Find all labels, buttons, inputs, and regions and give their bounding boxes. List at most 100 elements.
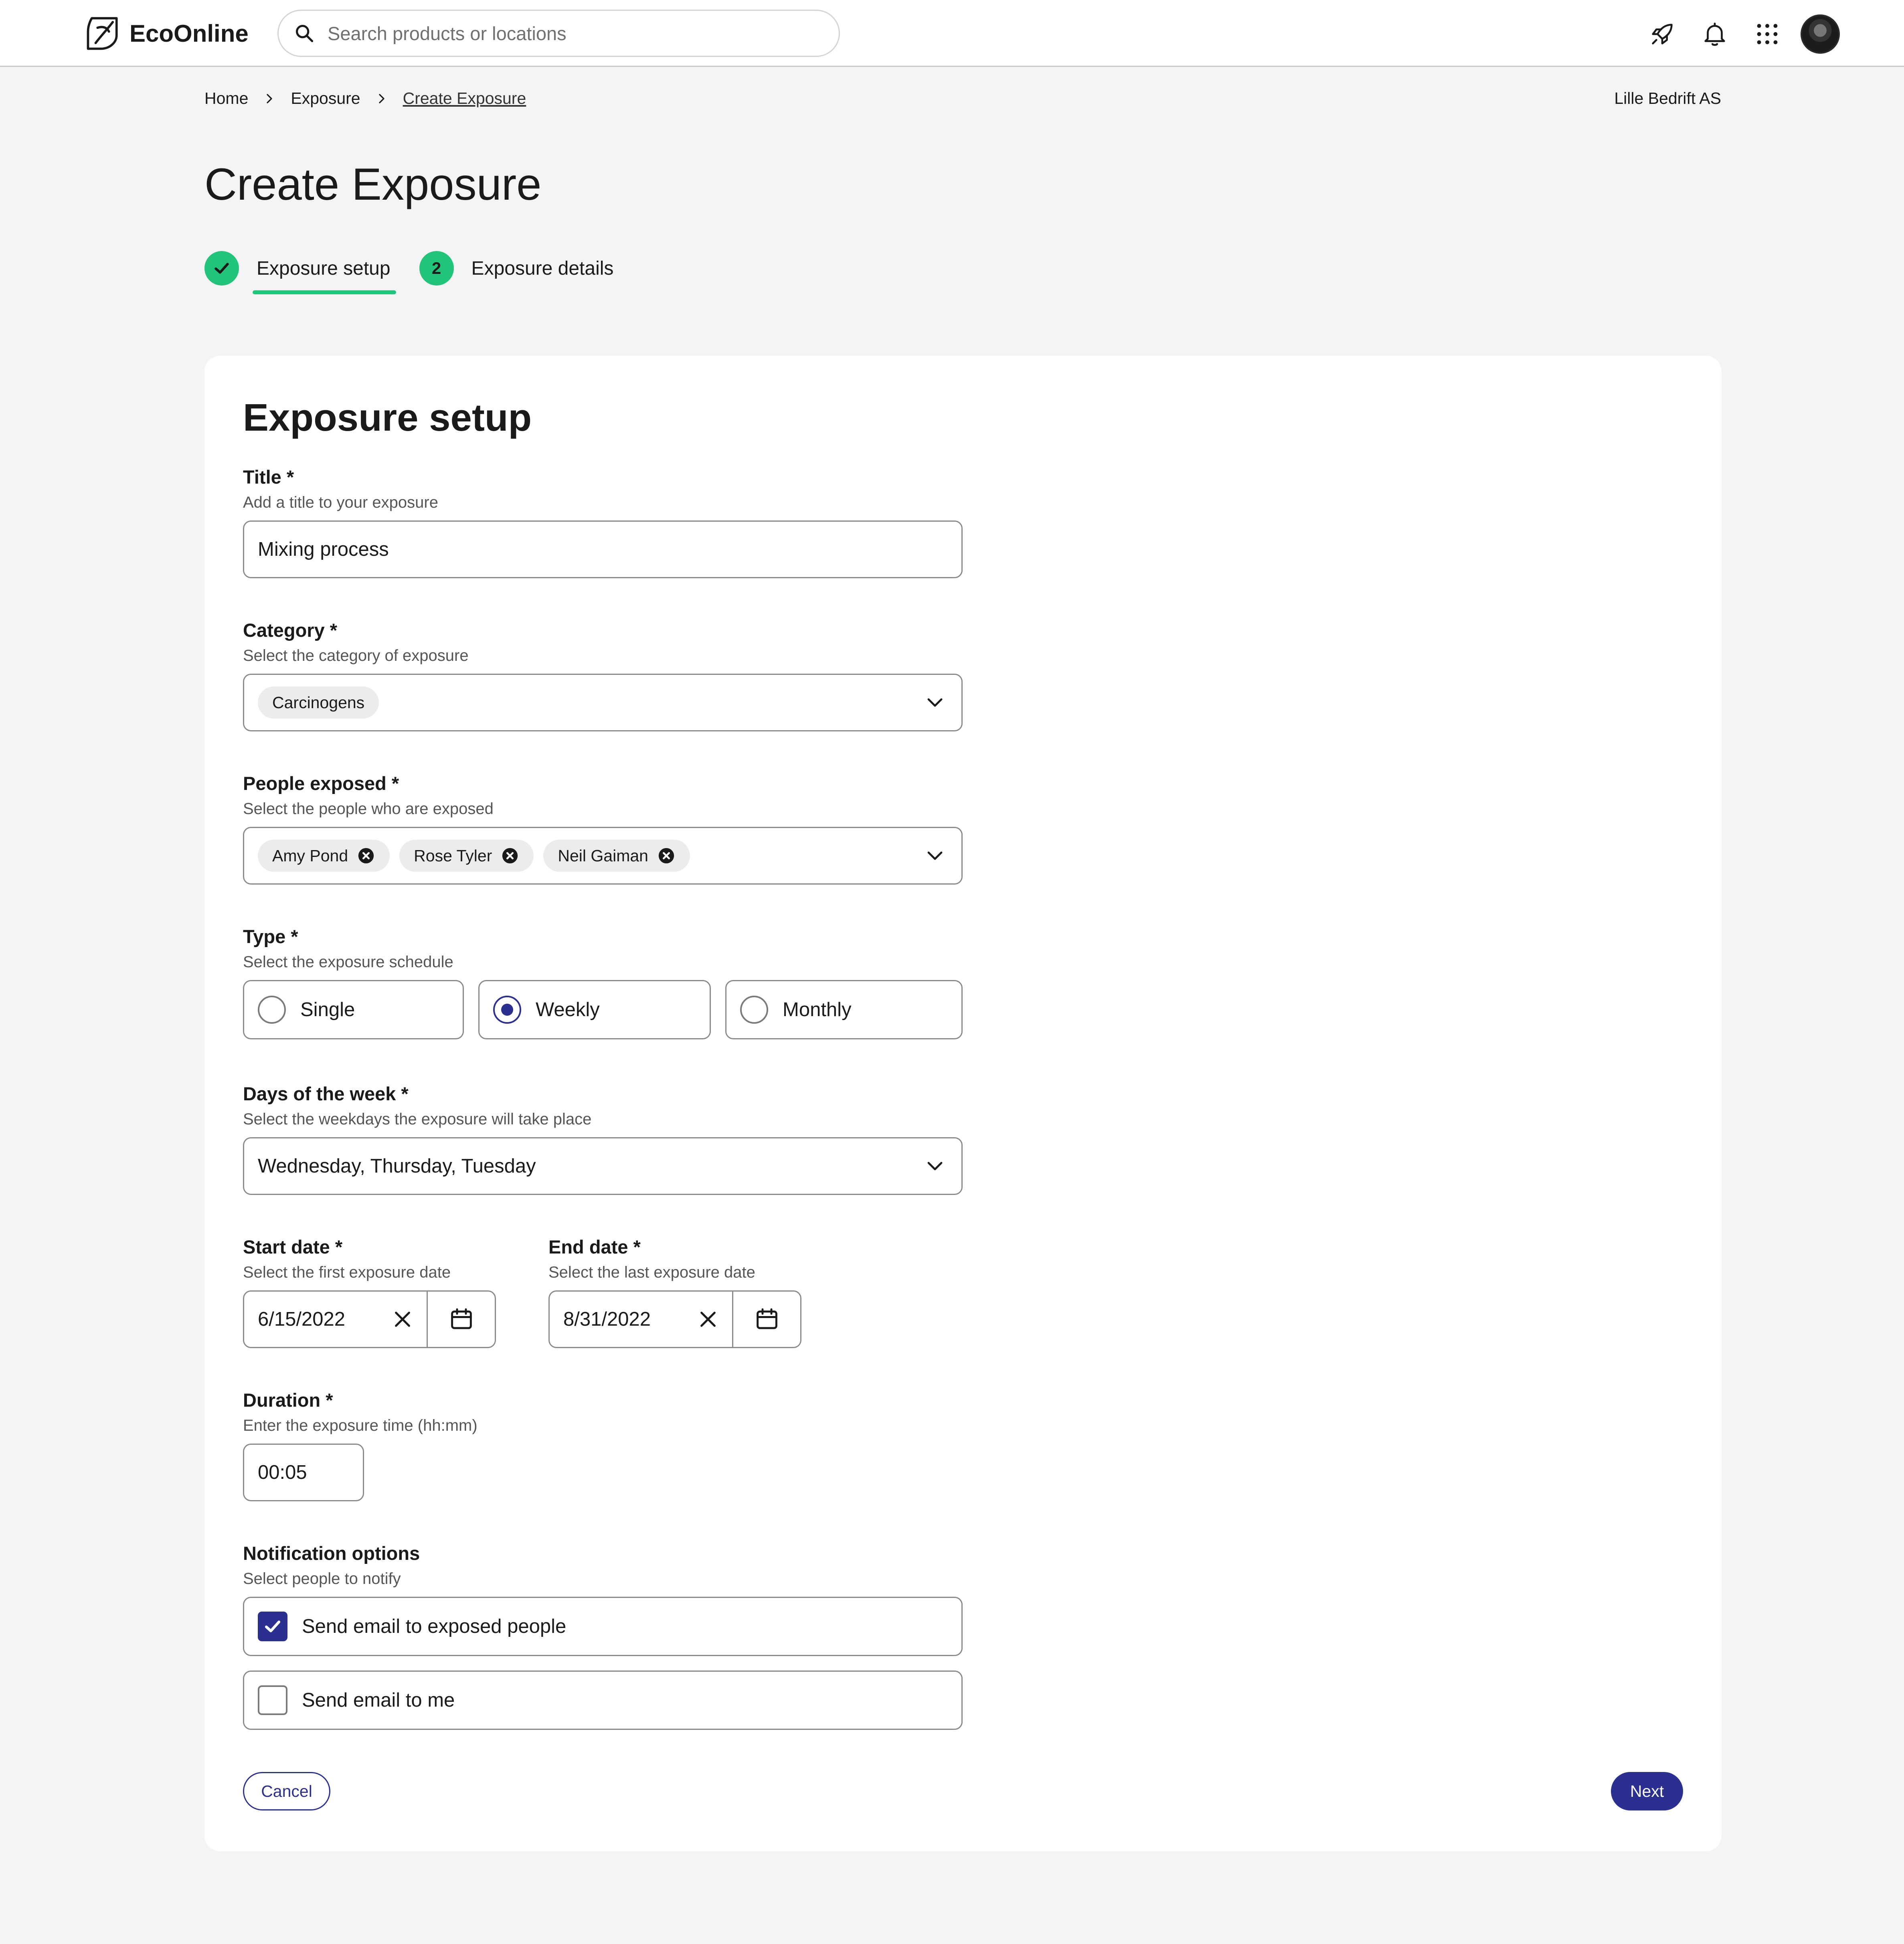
category-hint: Select the category of exposure bbox=[243, 647, 469, 664]
checkbox-label: Send email to me bbox=[302, 1689, 455, 1711]
remove-circle-icon[interactable] bbox=[657, 846, 676, 865]
chevron-down-icon bbox=[927, 851, 943, 860]
end-date-picker: 8/31/2022 bbox=[548, 1290, 801, 1348]
chevron-down-icon bbox=[927, 1162, 943, 1170]
checkbox-unchecked[interactable] bbox=[258, 1685, 287, 1715]
title-label: Title * bbox=[243, 466, 294, 488]
notification-options-field: Notification options Select people to no… bbox=[243, 1542, 963, 1730]
ecoonline-logo-icon bbox=[87, 17, 118, 50]
breadcrumb-home[interactable]: Home bbox=[204, 89, 248, 108]
clear-icon[interactable] bbox=[391, 1308, 414, 1330]
people-label: People exposed * bbox=[243, 773, 399, 794]
cancel-button[interactable]: Cancel bbox=[243, 1772, 330, 1810]
stepper: Exposure setup 2 Exposure details bbox=[204, 251, 614, 294]
chip-label: Rose Tyler bbox=[414, 846, 492, 865]
duration-label: Duration * bbox=[243, 1389, 333, 1411]
organization-name: Lille Bedrift AS bbox=[1614, 89, 1721, 107]
person-chip: Neil Gaiman bbox=[543, 840, 690, 872]
app-name: EcoOnline bbox=[129, 20, 249, 47]
end-date-label: End date * bbox=[548, 1236, 641, 1258]
start-date-calendar-button[interactable] bbox=[427, 1292, 495, 1347]
type-option-weekly[interactable]: Weekly bbox=[478, 980, 711, 1039]
top-actions bbox=[1629, 14, 1840, 54]
chip-label: Neil Gaiman bbox=[558, 846, 648, 865]
step-exposure-details[interactable]: 2 Exposure details bbox=[419, 251, 614, 286]
notifications-button[interactable] bbox=[1696, 15, 1734, 53]
apps-grid-icon bbox=[1757, 24, 1777, 45]
notify-me-option[interactable]: Send email to me bbox=[243, 1671, 963, 1730]
type-field: Type * Select the exposure schedule Sing… bbox=[243, 925, 963, 1039]
radio-button[interactable] bbox=[740, 996, 768, 1024]
category-chip: Carcinogens bbox=[258, 686, 379, 719]
type-label: Type * bbox=[243, 926, 298, 947]
type-option-single[interactable]: Single bbox=[243, 980, 464, 1039]
bell-icon bbox=[1704, 22, 1725, 46]
remove-circle-icon[interactable] bbox=[501, 846, 519, 865]
breadcrumb: Home Exposure Create Exposure bbox=[204, 89, 526, 108]
end-date-hint: Select the last exposure date bbox=[548, 1264, 755, 1281]
category-field: Category * Select the category of exposu… bbox=[243, 619, 963, 731]
type-option-monthly[interactable]: Monthly bbox=[725, 980, 963, 1039]
next-button[interactable]: Next bbox=[1611, 1772, 1683, 1810]
search-icon bbox=[295, 24, 314, 43]
checkmark-icon bbox=[265, 1620, 281, 1632]
apps-button[interactable] bbox=[1748, 15, 1786, 53]
chip-label: Amy Pond bbox=[272, 846, 348, 865]
notification-hint: Select people to notify bbox=[243, 1570, 401, 1588]
search-input[interactable] bbox=[328, 22, 809, 45]
duration-hint: Enter the exposure time (hh:mm) bbox=[243, 1417, 478, 1434]
category-label: Category * bbox=[243, 620, 338, 641]
step-label: Exposure details bbox=[471, 257, 614, 279]
end-date-input[interactable]: 8/31/2022 bbox=[550, 1292, 732, 1347]
days-hint: Select the weekdays the exposure will ta… bbox=[243, 1110, 592, 1128]
category-select[interactable]: Carcinogens bbox=[243, 674, 963, 731]
duration-input[interactable]: 00:05 bbox=[243, 1444, 364, 1501]
clear-icon[interactable] bbox=[697, 1308, 719, 1330]
notify-exposed-option[interactable]: Send email to exposed people bbox=[243, 1597, 963, 1656]
title-input[interactable]: Mixing process bbox=[243, 520, 963, 578]
start-date-input[interactable]: 6/15/2022 bbox=[244, 1292, 427, 1347]
days-of-week-field: Days of the week * Select the weekdays t… bbox=[243, 1083, 963, 1195]
end-date-field: End date * Select the last exposure date… bbox=[548, 1236, 801, 1348]
active-step-indicator bbox=[253, 290, 396, 294]
app-logo[interactable]: EcoOnline bbox=[84, 14, 249, 53]
page-title: Create Exposure bbox=[204, 159, 542, 209]
days-value: Wednesday, Thursday, Tuesday bbox=[258, 1155, 536, 1177]
checkbox-checked[interactable] bbox=[258, 1612, 287, 1641]
breadcrumb-create-exposure[interactable]: Create Exposure bbox=[403, 89, 526, 108]
chevron-down-icon bbox=[927, 698, 943, 707]
top-bar: EcoOnline bbox=[0, 0, 1904, 67]
radio-label: Monthly bbox=[783, 999, 852, 1021]
checkmark-icon bbox=[214, 263, 229, 274]
days-label: Days of the week * bbox=[243, 1083, 409, 1104]
people-hint: Select the people who are exposed bbox=[243, 800, 494, 818]
rocket-icon bbox=[1651, 24, 1673, 45]
duration-field: Duration * Enter the exposure time (hh:m… bbox=[243, 1389, 478, 1501]
search-bar[interactable] bbox=[277, 10, 840, 57]
start-date-label: Start date * bbox=[243, 1236, 343, 1258]
start-date-hint: Select the first exposure date bbox=[243, 1264, 451, 1281]
calendar-icon bbox=[756, 1308, 777, 1329]
end-date-value: 8/31/2022 bbox=[563, 1308, 651, 1330]
radio-button-selected[interactable] bbox=[493, 996, 521, 1024]
type-radio-group: Single Weekly Monthly bbox=[243, 980, 963, 1039]
days-select[interactable]: Wednesday, Thursday, Tuesday bbox=[243, 1137, 963, 1195]
radio-button[interactable] bbox=[258, 996, 286, 1024]
calendar-icon bbox=[451, 1308, 472, 1329]
people-select[interactable]: Amy Pond Rose Tyler Neil Gaiman bbox=[243, 827, 963, 885]
duration-value: 00:05 bbox=[258, 1462, 307, 1483]
rocket-button[interactable] bbox=[1643, 15, 1681, 53]
person-chip: Amy Pond bbox=[258, 840, 390, 872]
step-exposure-setup[interactable]: Exposure setup bbox=[204, 251, 396, 294]
user-avatar[interactable] bbox=[1801, 14, 1840, 54]
chevron-right-icon bbox=[267, 93, 272, 103]
breadcrumb-exposure[interactable]: Exposure bbox=[291, 89, 360, 108]
remove-circle-icon[interactable] bbox=[357, 846, 375, 865]
start-date-value: 6/15/2022 bbox=[258, 1308, 345, 1330]
notification-label: Notification options bbox=[243, 1543, 420, 1564]
radio-label: Weekly bbox=[536, 999, 600, 1021]
end-date-calendar-button[interactable] bbox=[732, 1292, 800, 1347]
step-label: Exposure setup bbox=[257, 257, 391, 279]
checkbox-label: Send email to exposed people bbox=[302, 1616, 567, 1637]
chevron-right-icon bbox=[378, 93, 384, 103]
